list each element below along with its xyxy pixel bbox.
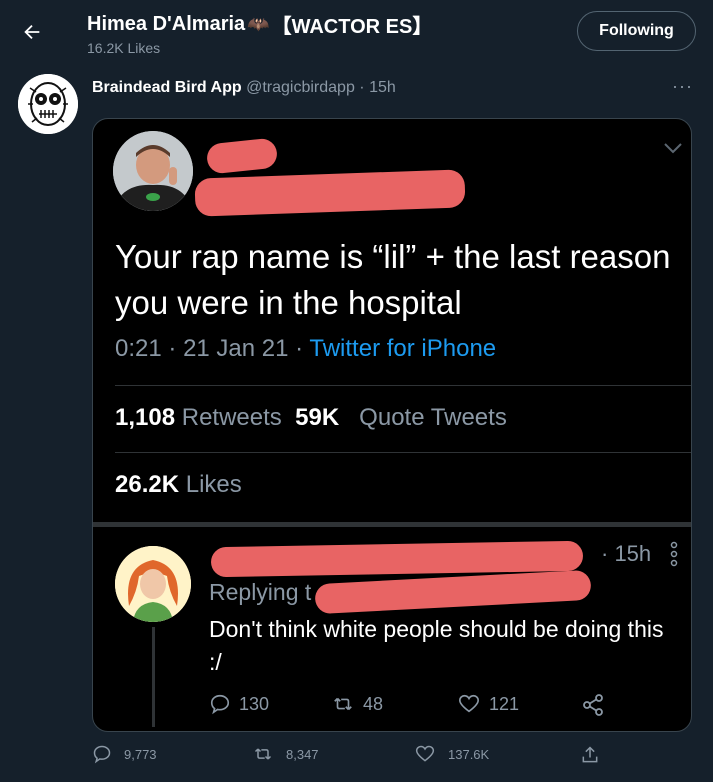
bat-emoji-icon: 🦇 [247,14,270,34]
section-divider [93,522,691,527]
tweet-actions: 9,773 8,347 137.6K [92,744,692,774]
reply-likes: 121 [457,693,519,715]
quotes-count: 59K [295,404,340,431]
screenshot-likes: 26.2K Likes [115,471,242,499]
reply-replies-count: 130 [239,693,270,714]
author-name[interactable]: Braindead Bird App [92,79,242,96]
reply-button[interactable]: 9,773 [92,744,157,764]
separator-dot: · [359,79,365,96]
screenshot-tweet-meta: 0:21 · 21 Jan 21 · Twitter for iPhone [115,335,496,363]
quotes-label: Quote Tweets [359,404,507,431]
tweet-media-image[interactable]: Your rap name is “lil” + the last reason… [92,118,692,732]
like-count: 137.6K [448,746,490,762]
following-button[interactable]: Following [577,11,696,51]
comment-icon [210,694,230,715]
profile-name-tag: 【WACTOR ES】 [271,16,433,38]
likes-count: 26.2K [115,471,180,498]
retweet-icon [254,748,272,760]
redaction-mark-handle [194,169,466,217]
share-button[interactable] [580,744,612,766]
reply-retweets-count: 48 [363,693,384,714]
retweet-button[interactable]: 8,347 [252,744,319,764]
heart-icon [415,745,435,762]
share-icon [583,694,603,716]
tweet-time[interactable]: 15h [369,79,396,96]
reply-replies: 130 [209,693,269,715]
reply-count: 9,773 [124,746,157,762]
author-handle[interactable]: @tragicbirdapp [246,79,355,96]
reply-avatar [115,546,191,622]
like-button[interactable]: 137.6K [414,744,489,764]
retweets-label: Retweets [181,404,282,431]
screenshot-tweet-text: Your rap name is “lil” + the last reason… [115,238,671,321]
divider [115,452,691,453]
profile-name: Himea D'Almaria [87,13,246,35]
retweets-count: 1,108 [115,404,176,431]
divider [115,385,691,386]
screenshot-time: 0:21 [115,335,162,362]
reply-text: Don't think white people should be doing… [209,616,664,675]
screenshot-stats: 1,108 Retweets 59K Quote Tweets [115,404,507,432]
redaction-mark-reply-handle [314,569,592,615]
retweet-count: 8,347 [286,746,319,762]
likes-label: Likes [185,471,242,498]
more-options-icon[interactable]: ··· [672,76,693,97]
thread-line [152,627,155,727]
reply-retweets: 48 [331,693,383,715]
meta-separator: · [295,335,304,362]
heart-icon [459,694,479,713]
back-arrow-icon[interactable] [18,18,46,46]
reply-share [581,693,613,717]
screenshot-source: Twitter for iPhone [309,335,497,362]
reply-likes-count: 121 [489,693,520,714]
redaction-mark-reply-name [210,540,584,578]
page-title: Himea D'Almaria 🦇 【WACTOR ES】 [87,10,432,39]
chevron-down-icon [663,141,683,160]
redaction-mark-name [205,137,279,175]
retweet-icon [334,697,352,711]
likes-count-subtitle: 16.2K Likes [87,40,161,56]
meta-separator: · [168,335,177,362]
tweet-author-line: Braindead Bird App @tragicbirdapp · 15h [92,79,396,97]
reply-actions: 130 48 121 [209,693,629,727]
reply-time: · 15h [601,541,652,566]
screenshot-avatar [113,131,193,211]
vertical-dots-icon [669,541,679,567]
screenshot-date: 21 Jan 21 [183,335,289,362]
share-upload-icon [582,746,598,763]
replying-to-label: Replying t [209,579,312,605]
top-header: Himea D'Almaria 🦇 【WACTOR ES】 16.2K Like… [0,0,713,68]
comment-icon [93,745,111,764]
author-avatar[interactable] [18,74,78,134]
